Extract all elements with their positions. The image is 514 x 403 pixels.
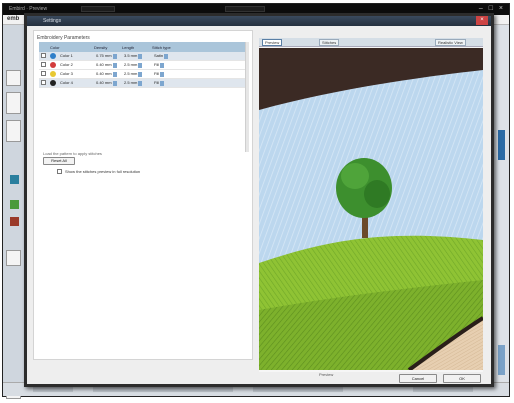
background-left-toolbar — [3, 25, 25, 399]
scrollbar-thumb[interactable] — [498, 345, 505, 375]
ok-button[interactable]: OK — [443, 374, 481, 383]
embroidery-preview-image — [259, 48, 483, 370]
preview-caption: Preview — [319, 372, 334, 377]
toolbar-button[interactable] — [6, 250, 21, 266]
table-row[interactable]: Color 3 0.40 mm 2.5 mm Fill — [39, 70, 245, 79]
scrollbar-thumb[interactable] — [498, 130, 505, 160]
color-dot-icon — [50, 62, 56, 68]
color-dot-icon — [50, 71, 56, 77]
spinner-icon[interactable] — [138, 80, 143, 86]
titlebar-tab[interactable] — [81, 6, 115, 12]
density-value[interactable]: 0.40 mm — [94, 62, 112, 67]
color-dot-icon — [50, 80, 56, 86]
table-row[interactable]: Color 1 0.75 mm 3.5 mm Satin — [39, 52, 245, 61]
background-right-panel — [495, 25, 509, 387]
table-row[interactable]: Color 4 0.40 mm 2.5 mm Fill — [39, 79, 245, 88]
stitch-type-select[interactable]: Fill — [152, 80, 159, 85]
settings-dialog: Settings × Embroidery Parameters Color D… — [24, 13, 494, 387]
tab-preview[interactable]: Preview — [262, 39, 283, 46]
color-dot-icon — [50, 53, 56, 59]
tab-stitches[interactable]: Stitches — [319, 39, 340, 46]
dialog-title: Settings — [43, 18, 62, 24]
row-checkbox[interactable] — [41, 80, 46, 85]
section-title: Embroidery Parameters — [37, 35, 90, 41]
density-value[interactable]: 0.40 mm — [94, 80, 112, 85]
preview-resolution-checkbox[interactable] — [57, 169, 62, 175]
stitch-type-select[interactable]: Fill — [152, 62, 159, 67]
embroidery-preview-canvas[interactable] — [259, 48, 483, 370]
tab-realistic-view[interactable]: Realistic View — [435, 39, 466, 46]
length-value[interactable]: 3.5 mm — [122, 53, 137, 58]
palette-icon[interactable] — [10, 175, 19, 184]
toolbar-button[interactable] — [6, 120, 21, 142]
stitch-type-select[interactable]: Satin — [152, 53, 163, 58]
length-value[interactable]: 2.5 mm — [122, 62, 137, 67]
palette-icon[interactable] — [10, 200, 19, 209]
cancel-button[interactable]: Cancel — [399, 374, 437, 383]
preview-resolution-option[interactable]: Show the stitches preview in full resolu… — [57, 169, 141, 175]
table-row[interactable]: Color 2 0.40 mm 2.5 mm Fill — [39, 61, 245, 70]
chevron-down-icon[interactable] — [164, 53, 169, 59]
chevron-down-icon[interactable] — [160, 80, 165, 86]
color-name: Color 3 — [60, 71, 73, 77]
hint-text: Load the pattern to apply stitches — [43, 151, 102, 156]
spinner-icon[interactable] — [138, 71, 143, 77]
column-header[interactable]: Density — [92, 45, 120, 50]
spinner-icon[interactable] — [112, 53, 117, 59]
palette-icon[interactable] — [10, 217, 19, 226]
toolbar-button[interactable] — [6, 92, 21, 114]
color-name: Color 1 — [60, 53, 73, 59]
row-checkbox[interactable] — [41, 71, 46, 76]
close-icon[interactable]: × — [476, 16, 488, 25]
titlebar-tab[interactable] — [225, 6, 265, 12]
toolbar-button[interactable] — [6, 70, 21, 86]
reset-button[interactable]: Reset All — [43, 157, 75, 165]
spinner-icon[interactable] — [112, 71, 117, 77]
spinner-icon[interactable] — [138, 62, 143, 68]
color-name: Color 2 — [60, 62, 73, 68]
screenshot-root: Embird · Preview – □ × emb Settings × Em… — [0, 0, 514, 403]
row-checkbox[interactable] — [41, 53, 46, 58]
column-header[interactable]: Length — [120, 45, 150, 50]
stitch-type-select[interactable]: Fill — [152, 71, 159, 76]
spinner-icon[interactable] — [112, 62, 117, 68]
column-header[interactable]: Color — [48, 45, 92, 50]
background-title: Embird · Preview — [9, 6, 48, 12]
length-value[interactable]: 2.5 mm — [122, 71, 137, 76]
preview-panel: Preview Stitches Realistic View — [259, 38, 483, 372]
density-value[interactable]: 0.75 mm — [94, 53, 112, 58]
preview-tabs: Preview Stitches Realistic View — [259, 38, 483, 47]
length-value[interactable]: 2.5 mm — [122, 80, 137, 85]
table-scrollbar[interactable] — [245, 42, 249, 152]
app-logo: emb — [7, 16, 20, 22]
row-checkbox[interactable] — [41, 62, 46, 67]
checkbox-label: Show the stitches preview in full resolu… — [65, 169, 141, 174]
dialog-titlebar[interactable]: Settings × — [27, 16, 491, 26]
window-controls[interactable]: – □ × — [479, 5, 505, 12]
color-name: Color 4 — [60, 80, 73, 86]
parameters-table: Color Density Length Stitch type Color 1… — [39, 42, 245, 88]
spinner-icon[interactable] — [112, 80, 117, 86]
table-header: Color Density Length Stitch type — [39, 42, 245, 52]
column-header[interactable]: Stitch type — [150, 45, 192, 50]
density-value[interactable]: 0.40 mm — [94, 71, 112, 76]
chevron-down-icon[interactable] — [160, 62, 165, 68]
spinner-icon[interactable] — [138, 53, 143, 59]
chevron-down-icon[interactable] — [160, 71, 165, 77]
